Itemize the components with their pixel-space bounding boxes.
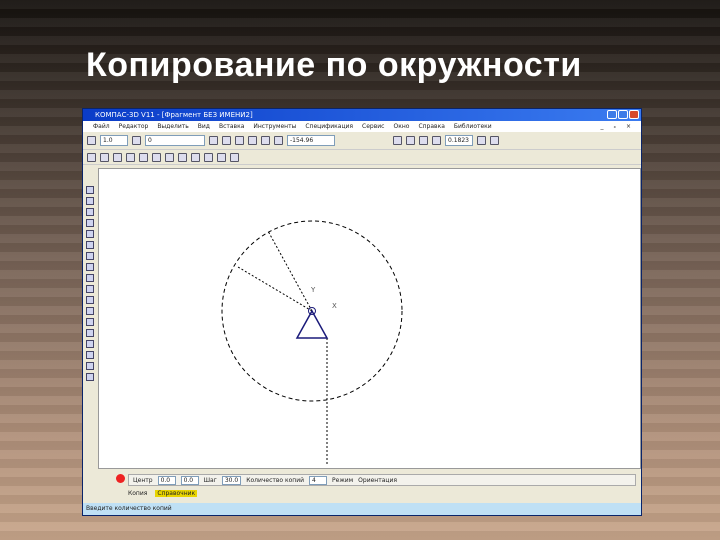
center-x-field[interactable]: 0.0	[157, 475, 176, 485]
menu-spec[interactable]: Спецификация	[305, 121, 353, 132]
zoom-window-icon[interactable]	[393, 136, 402, 145]
menu-select[interactable]: Выделить	[157, 121, 188, 132]
tool-icon[interactable]	[86, 263, 94, 271]
mode-label: Режим	[332, 476, 354, 484]
layer-field[interactable]: 0	[145, 135, 205, 146]
zoom-in-icon[interactable]	[406, 136, 415, 145]
window-title: КОМПАС-3D V11 - [Фрагмент БЕЗ ИМЕНИ2]	[95, 111, 253, 119]
compact-toolbar	[83, 168, 97, 468]
tool-icon[interactable]	[86, 373, 94, 381]
title-bar: КОМПАС-3D V11 - [Фрагмент БЕЗ ИМЕНИ2]	[83, 109, 641, 121]
tool-icon[interactable]	[86, 186, 94, 194]
menu-insert[interactable]: Вставка	[219, 121, 244, 132]
tab-help[interactable]: Справочник	[155, 490, 198, 497]
menu-help[interactable]: Справка	[418, 121, 444, 132]
cursor-icon[interactable]	[274, 136, 283, 145]
menu-window[interactable]: Окно	[393, 121, 409, 132]
grid-icon[interactable]	[87, 136, 96, 145]
tool-icon[interactable]	[86, 230, 94, 238]
tool-icon[interactable]	[86, 274, 94, 282]
count-field[interactable]: 4	[309, 475, 328, 485]
tool-icon[interactable]	[86, 318, 94, 326]
tool-icon[interactable]	[86, 307, 94, 315]
count-label: Количество копий	[246, 476, 305, 484]
kompas-window: КОМПАС-3D V11 - [Фрагмент БЕЗ ИМЕНИ2] Фа…	[82, 108, 642, 516]
redo-icon[interactable]	[204, 152, 213, 162]
status-bar: Введите количество копий	[83, 503, 641, 515]
maximize-button[interactable]	[618, 110, 628, 119]
menu-libraries[interactable]: Библиотеки	[454, 121, 492, 132]
open-icon[interactable]	[100, 152, 109, 162]
tab-copy[interactable]: Копия	[128, 490, 147, 497]
tool-icon[interactable]	[86, 252, 94, 260]
menu-service[interactable]: Сервис	[362, 121, 384, 132]
tool-icon[interactable]	[86, 351, 94, 359]
manager-icon[interactable]	[217, 152, 226, 162]
print-icon[interactable]	[126, 152, 135, 162]
axis-x-label: X	[332, 302, 337, 310]
tool-icon[interactable]	[86, 241, 94, 249]
step-label: Шаг	[203, 476, 217, 484]
zoom-out-icon[interactable]	[419, 136, 428, 145]
copy-ray-1	[267, 230, 313, 312]
orient-label: Ориентация	[358, 476, 397, 484]
undo-icon[interactable]	[191, 152, 200, 162]
drawing: Y X	[221, 220, 403, 465]
paste-icon[interactable]	[178, 152, 187, 162]
refresh-icon[interactable]	[490, 136, 499, 145]
minimize-button[interactable]	[607, 110, 617, 119]
tool-icon[interactable]	[86, 296, 94, 304]
axis-y-label: Y	[310, 286, 316, 294]
slide-title: Копирование по окружности	[86, 46, 582, 84]
close-button[interactable]	[629, 110, 639, 119]
toolbar-current-state: 1.0 0 -154.96 0.1823	[83, 132, 641, 150]
properties-panel: Центр 0.0 0.0 Шаг 30.0 Количество копий …	[98, 470, 641, 504]
help-icon[interactable]	[230, 152, 239, 162]
new-icon[interactable]	[87, 152, 96, 162]
menu-view[interactable]: Вид	[198, 121, 210, 132]
style-field[interactable]: 1.0	[100, 135, 128, 146]
tool-icon[interactable]	[86, 285, 94, 293]
copy-icon[interactable]	[165, 152, 174, 162]
color2-icon[interactable]	[222, 136, 231, 145]
zoom-field[interactable]: 0.1823	[445, 135, 473, 146]
menu-edit[interactable]: Редактор	[119, 121, 149, 132]
tool-icon[interactable]	[86, 329, 94, 337]
local-cs-icon[interactable]	[261, 136, 270, 145]
snap-icon[interactable]	[248, 136, 257, 145]
preview-icon[interactable]	[139, 152, 148, 162]
tool-icon[interactable]	[86, 197, 94, 205]
menu-tools[interactable]: Инструменты	[253, 121, 296, 132]
stop-icon[interactable]	[116, 474, 125, 483]
pan-icon[interactable]	[477, 136, 486, 145]
tool-icon[interactable]	[86, 219, 94, 227]
tool-icon[interactable]	[86, 340, 94, 348]
layer-icon[interactable]	[132, 136, 141, 145]
coords-field[interactable]: -154.96	[287, 135, 335, 146]
tool-icon[interactable]	[86, 208, 94, 216]
center-label: Центр	[133, 476, 153, 484]
menu-file[interactable]: Файл	[93, 121, 110, 132]
drawing-canvas[interactable]: Y X	[98, 168, 641, 469]
zoom-scale-icon[interactable]	[432, 136, 441, 145]
cut-icon[interactable]	[152, 152, 161, 162]
color-icon[interactable]	[209, 136, 218, 145]
menu-bar: Файл Редактор Выделить Вид Вставка Инстр…	[83, 121, 641, 132]
step-field[interactable]: 30.0	[221, 475, 242, 485]
ortho-icon[interactable]	[235, 136, 244, 145]
save-icon[interactable]	[113, 152, 122, 162]
center-y-field[interactable]: 0.0	[180, 475, 199, 485]
mdi-controls[interactable]: _ ₓ ×	[600, 121, 635, 132]
copy-ray-2	[237, 266, 313, 312]
triangle-object[interactable]	[295, 309, 329, 339]
tool-icon[interactable]	[86, 362, 94, 370]
toolbar-standard	[83, 150, 641, 165]
